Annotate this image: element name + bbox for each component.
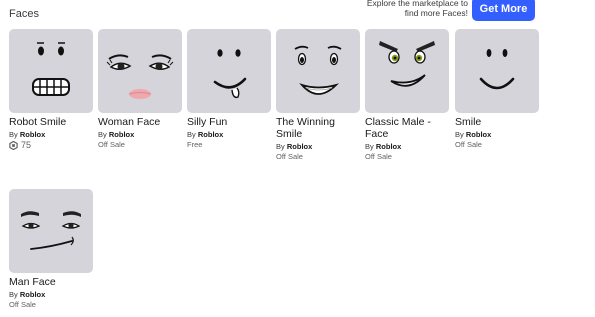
robot-smile-face-thumbnail[interactable] — [9, 29, 93, 113]
creator-name[interactable]: Roblox — [198, 130, 223, 139]
woman-face-thumbnail[interactable] — [98, 29, 182, 113]
by-prefix: By — [98, 130, 107, 139]
winning-smile-face-image — [294, 45, 342, 95]
item-price: Off Sale — [98, 140, 182, 149]
creator-name[interactable]: Roblox — [466, 130, 491, 139]
by-prefix: By — [276, 142, 285, 151]
get-more-button[interactable]: Get More — [472, 0, 535, 21]
item-creator: By Roblox — [98, 130, 182, 139]
creator-name[interactable]: Roblox — [287, 142, 312, 151]
item-creator: By Roblox — [9, 130, 93, 139]
item-name-line2[interactable]: Face — [365, 128, 449, 140]
item-name[interactable]: Smile — [455, 116, 539, 128]
man-face-image — [21, 211, 81, 250]
promo-text: Explore the marketplace to find more Fac… — [360, 0, 468, 18]
item-name[interactable]: Robot Smile — [9, 116, 93, 128]
item-price: 75 — [9, 140, 93, 150]
creator-name[interactable]: Roblox — [20, 130, 45, 139]
classic-male-face-image — [379, 41, 435, 87]
item-price: Off Sale — [9, 300, 93, 309]
silly-fun-face-image — [213, 49, 247, 99]
smile-face-image — [479, 49, 515, 90]
price-value: Off Sale — [9, 300, 36, 309]
item-card-the-winning-smile[interactable]: The Winning Smile By Roblox Off Sale — [276, 29, 360, 161]
by-prefix: By — [455, 130, 464, 139]
price-value: Off Sale — [276, 152, 303, 161]
price-value: Free — [187, 140, 203, 149]
item-creator: By Roblox — [187, 130, 271, 139]
item-creator: By Roblox — [276, 142, 360, 151]
creator-name[interactable]: Roblox — [376, 142, 401, 151]
item-creator: By Roblox — [9, 290, 93, 299]
man-face-thumbnail[interactable] — [9, 189, 93, 273]
item-name[interactable]: Woman Face — [98, 116, 182, 128]
by-prefix: By — [9, 290, 18, 299]
the-winning-smile-thumbnail[interactable] — [276, 29, 360, 113]
price-value: Off Sale — [98, 140, 125, 149]
by-prefix: By — [9, 130, 18, 139]
classic-male-face-thumbnail[interactable] — [365, 29, 449, 113]
item-name[interactable]: Classic Male - Face — [365, 116, 449, 140]
item-card-smile[interactable]: Smile By Roblox Off Sale — [455, 29, 539, 149]
item-card-silly-fun[interactable]: Silly Fun By Roblox Free — [187, 29, 271, 149]
price-value: 75 — [21, 140, 32, 150]
item-creator: By Roblox — [455, 130, 539, 139]
item-name-line2[interactable]: Smile — [276, 128, 360, 140]
by-prefix: By — [187, 130, 196, 139]
item-card-robot-smile[interactable]: Robot Smile By Roblox 75 — [9, 29, 93, 150]
item-price: Free — [187, 140, 271, 149]
item-card-man-face[interactable]: Man Face By Roblox Off Sale — [9, 189, 93, 309]
item-price: Off Sale — [276, 152, 360, 161]
item-name[interactable]: The Winning Smile — [276, 116, 360, 140]
item-creator: By Roblox — [365, 142, 449, 151]
item-name[interactable]: Silly Fun — [187, 116, 271, 128]
item-name-line1[interactable]: The Winning — [276, 116, 360, 128]
silly-fun-thumbnail[interactable] — [187, 29, 271, 113]
item-name-line1[interactable]: Classic Male - — [365, 116, 449, 128]
promo-text-line1: Explore the marketplace to — [366, 0, 468, 8]
section-title: Faces — [9, 8, 39, 20]
smile-thumbnail[interactable] — [455, 29, 539, 113]
item-card-woman-face[interactable]: Woman Face By Roblox Off Sale — [98, 29, 182, 149]
price-value: Off Sale — [455, 140, 482, 149]
creator-name[interactable]: Roblox — [109, 130, 134, 139]
item-price: Off Sale — [365, 152, 449, 161]
item-price: Off Sale — [455, 140, 539, 149]
price-value: Off Sale — [365, 152, 392, 161]
promo-text-line2: find more Faces! — [404, 8, 468, 18]
robot-smile-face-image — [32, 42, 70, 96]
by-prefix: By — [365, 142, 374, 151]
item-name[interactable]: Man Face — [9, 276, 93, 288]
woman-face-image — [106, 54, 174, 99]
robux-icon — [9, 140, 18, 150]
creator-name[interactable]: Roblox — [20, 290, 45, 299]
item-card-classic-male-face[interactable]: Classic Male - Face By Roblox Off Sale — [365, 29, 449, 161]
